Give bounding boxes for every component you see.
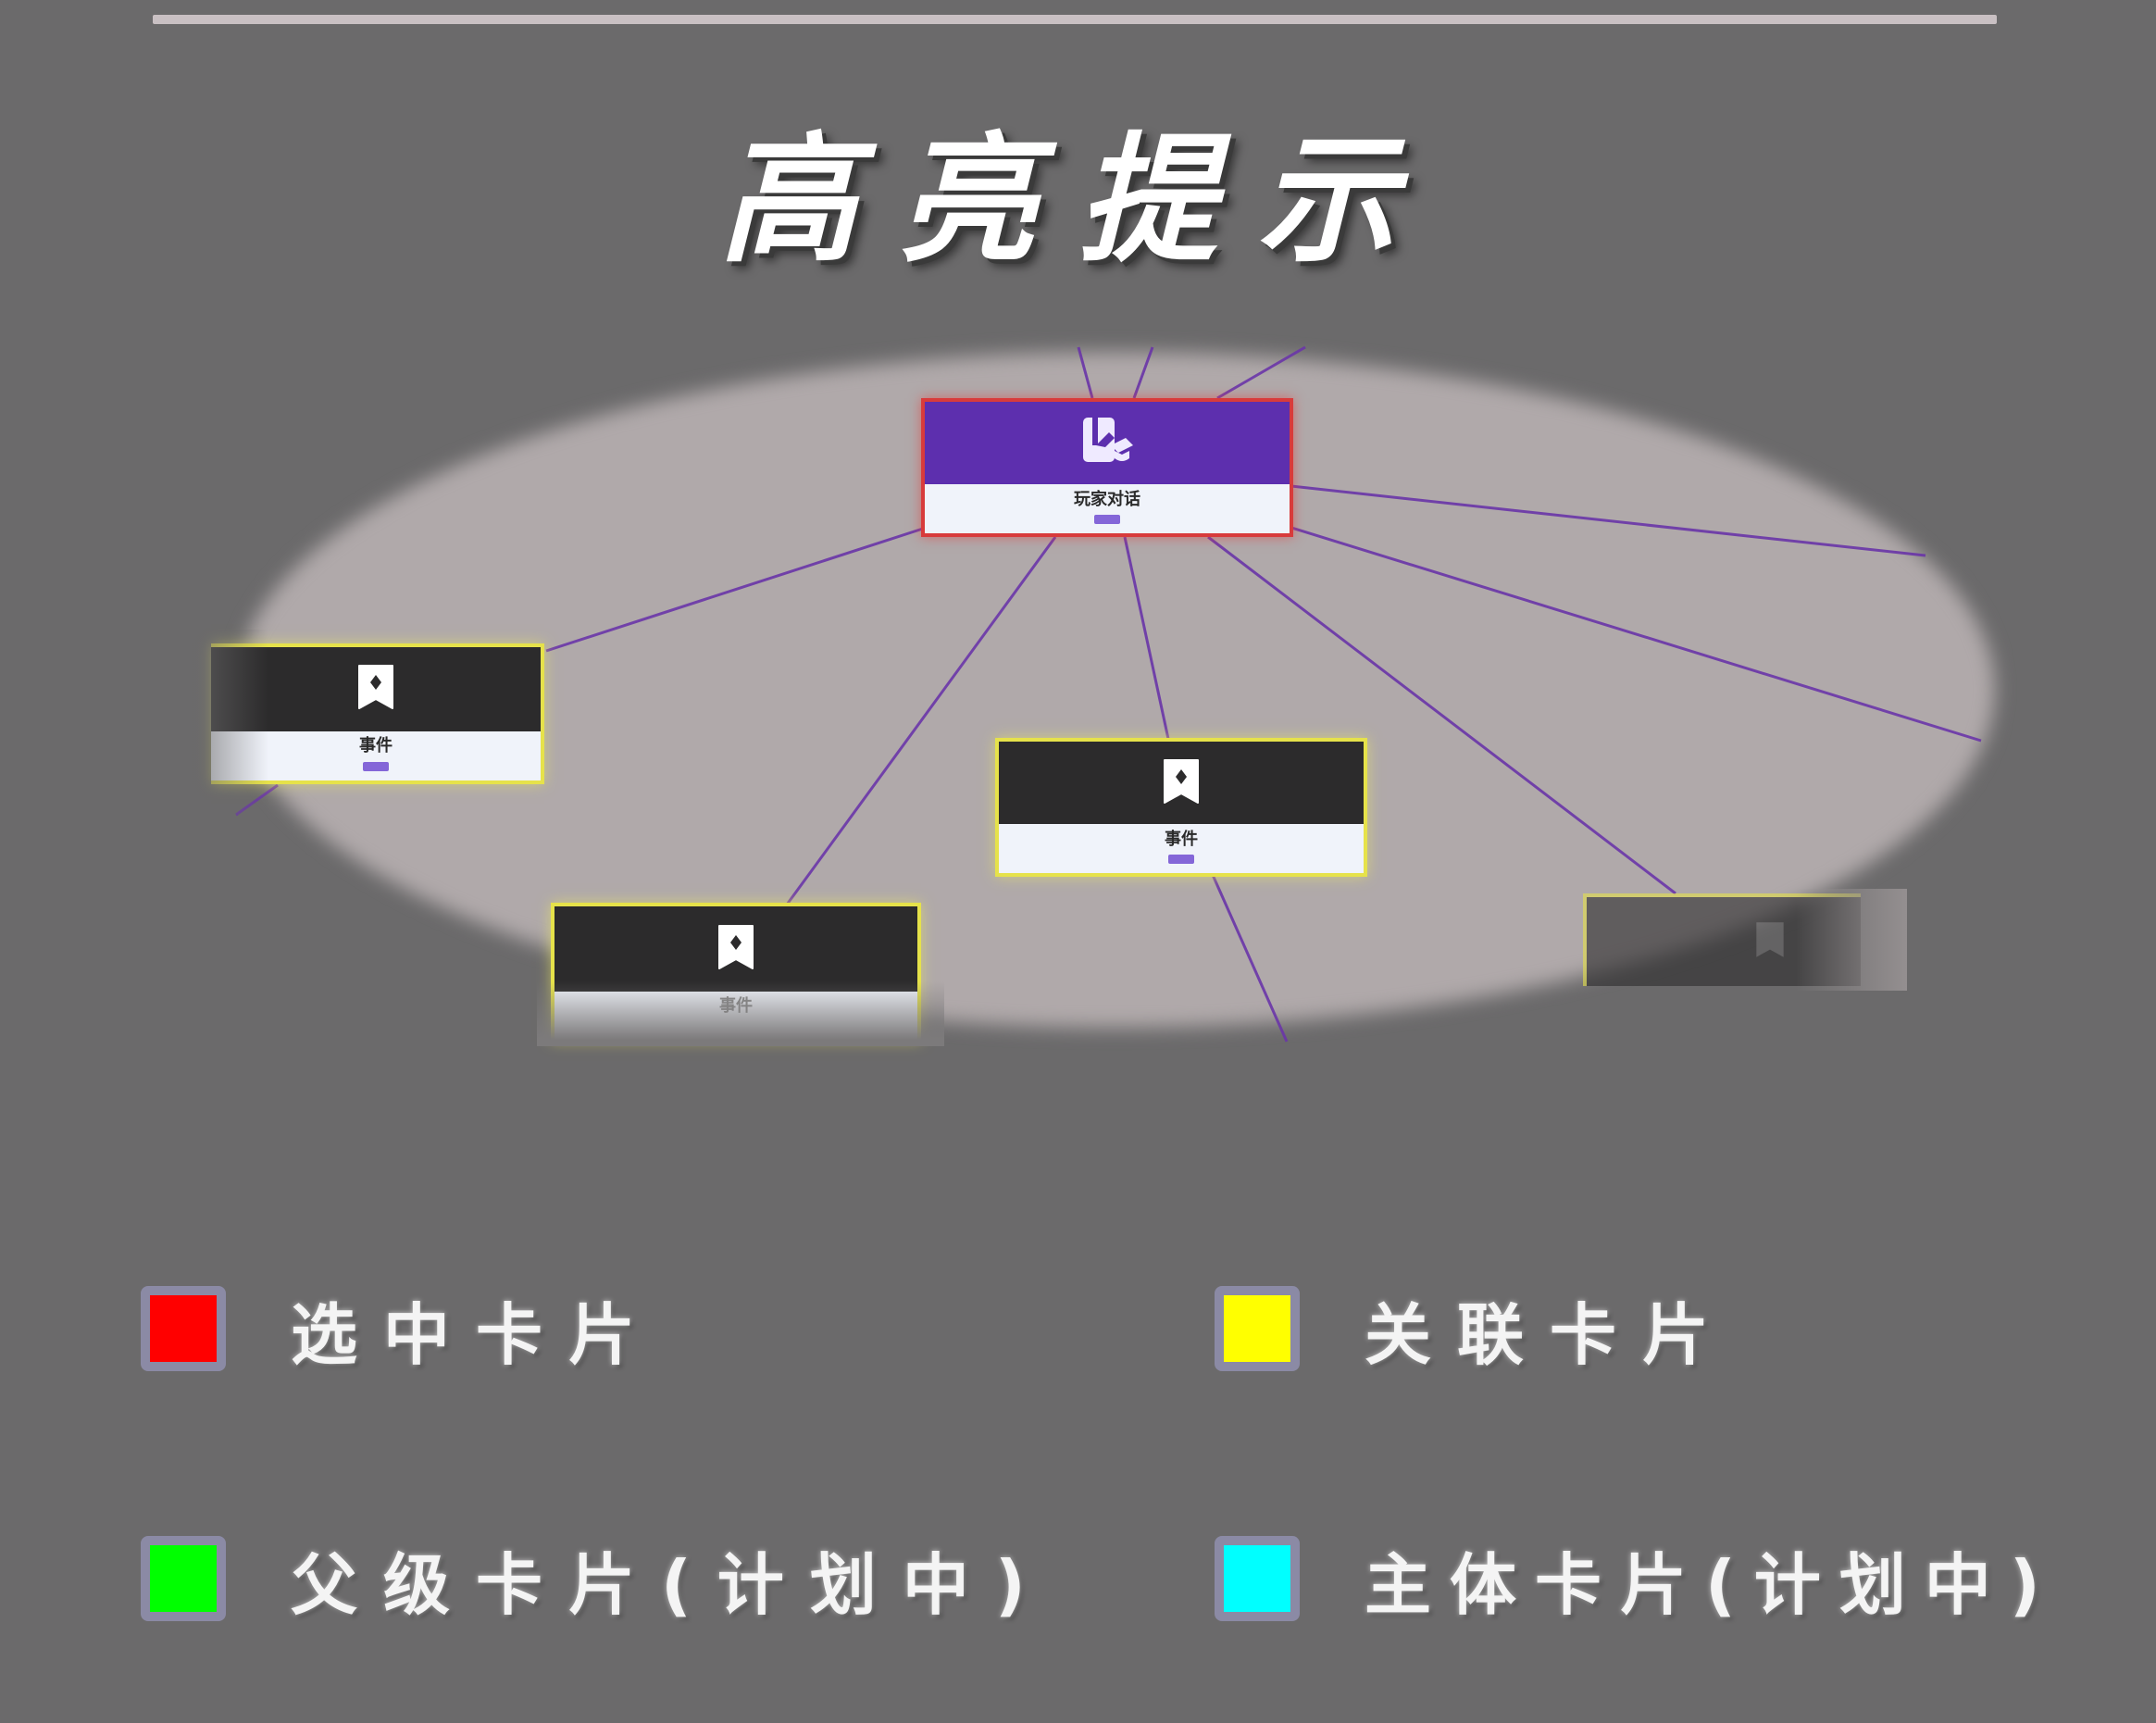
edge: [1211, 874, 1289, 1043]
edge: [1290, 526, 1982, 743]
related-card[interactable]: 事件: [995, 738, 1367, 877]
card-tag: [1168, 855, 1194, 864]
edge: [1077, 346, 1094, 399]
edge: [545, 526, 927, 653]
edge-fade: [1796, 889, 1907, 991]
bookmark-icon: [1753, 919, 1787, 964]
card-title: 事件: [1165, 829, 1198, 849]
bookmark-icon: [1161, 756, 1202, 810]
card-tag: [363, 762, 389, 771]
card-tag: [1094, 515, 1120, 524]
edge-fade: [148, 630, 268, 815]
legend-item-selected: 选中卡片: [141, 1278, 661, 1380]
legend-label: 选中卡片: [291, 1295, 662, 1374]
legend-item-related: 关联卡片: [1215, 1278, 1735, 1380]
legend-label: 主体卡片(计划中): [1365, 1545, 2059, 1624]
edge: [1290, 484, 1926, 557]
dialogue-badge-icon: [1078, 414, 1137, 473]
legend-label: 父级卡片(计划中): [291, 1545, 1052, 1624]
edge-fade: [537, 981, 944, 1046]
legend-item-parent: 父级卡片(计划中): [141, 1528, 1052, 1629]
edge: [1123, 536, 1170, 740]
parent-color-swatch: [141, 1536, 226, 1621]
related-color-swatch: [1215, 1286, 1300, 1371]
main-card[interactable]: 玩家对话: [921, 398, 1293, 537]
card-header: [925, 402, 1290, 485]
legend-label: 关联卡片: [1365, 1295, 1736, 1374]
card-header: [999, 742, 1364, 825]
card-graph: 玩家对话 事件 事件: [0, 0, 2156, 1723]
legend-item-subject: 主体卡片(计划中): [1215, 1528, 2059, 1629]
edge: [1216, 345, 1306, 400]
subject-color-swatch: [1215, 1536, 1300, 1621]
card-title: 玩家对话: [1074, 489, 1140, 509]
bookmark-icon: [355, 662, 396, 716]
card-header: [555, 906, 917, 992]
bookmark-icon: [716, 922, 756, 976]
edge: [1132, 346, 1154, 399]
selected-color-swatch: [141, 1286, 226, 1371]
